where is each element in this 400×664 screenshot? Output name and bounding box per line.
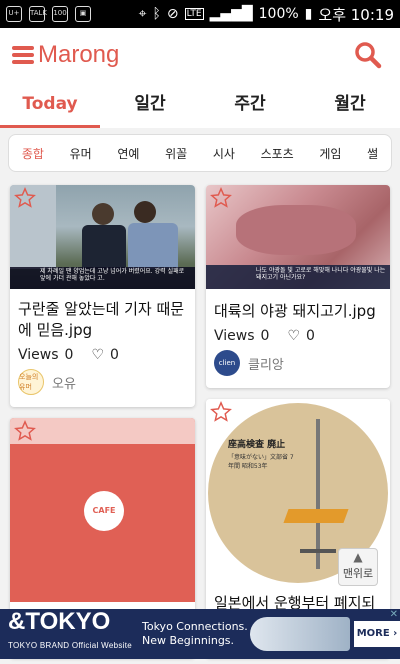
post-stats: Views 0 ♡ 0 <box>206 328 390 344</box>
likes-count: 0 <box>306 328 315 344</box>
heart-icon: ♡ <box>91 347 105 363</box>
category-news[interactable]: 시사 <box>213 145 235 162</box>
category-all[interactable]: 종합 <box>22 145 44 162</box>
views-label: Views <box>214 328 255 344</box>
tab-today[interactable]: Today <box>0 82 100 128</box>
favorite-star-icon[interactable] <box>14 187 36 209</box>
status-bar: U+ TALK 100 ▣ ⌖ ᛒ ⊘ LTE ▂▄▆█ 100% ▮ 오후 1… <box>0 0 400 28</box>
ad-more-button[interactable]: MORE › <box>354 621 400 647</box>
app-100-icon: 100 <box>52 6 68 22</box>
clock: 오후 10:19 <box>318 5 394 24</box>
views-label: Views <box>18 347 59 363</box>
train-image <box>250 617 350 651</box>
location-icon: ⌖ <box>138 6 147 22</box>
author-name: 클리앙 <box>248 357 284 373</box>
likes-count: 0 <box>110 347 119 363</box>
bluetooth-icon: ᛒ <box>152 6 161 22</box>
post-stats: Views 0 ♡ 0 <box>10 347 195 363</box>
tab-weekly[interactable]: 주간 <box>200 82 300 128</box>
app-bar: Marong <box>0 28 400 82</box>
source-avatar: 오늘의 유머 <box>18 369 44 395</box>
news-caption: 나도 야광돌 빛 고로로 해맞해 나니다 야광물빛 나는 돼지고기 아닌가요? <box>206 265 390 289</box>
ad-copy: Tokyo Connections. New Beginnings. <box>142 620 248 647</box>
mute-icon: ⊘ <box>166 6 179 22</box>
category-entertainment[interactable]: 연예 <box>117 145 139 162</box>
scroll-to-top-button[interactable]: ▲ 맨위로 <box>338 548 378 586</box>
search-icon[interactable] <box>354 41 382 69</box>
category-games[interactable]: 게임 <box>319 145 341 162</box>
category-humor[interactable]: 유머 <box>70 145 92 162</box>
favorite-star-icon[interactable] <box>210 187 232 209</box>
thumb-subtext: 「意味がない」文部省 7年間 昭和53年 <box>228 454 294 470</box>
post-title: 대륙의 야광 돼지고기.jpg <box>214 302 376 320</box>
tab-daily[interactable]: 일간 <box>100 82 200 128</box>
hamburger-menu-icon[interactable] <box>12 46 34 64</box>
signal-icon: ▂▄▆█ <box>209 6 253 22</box>
ad-banner[interactable]: &TOKYO TOKYO BRAND Official Website Toky… <box>0 609 400 659</box>
ad-brand: &TOKYO TOKYO BRAND Official Website <box>8 609 132 651</box>
post-card[interactable]: 나도 야광돌 빛 고로로 해맞해 나니다 야광물빛 나는 돼지고기 아닌가요? … <box>206 185 390 388</box>
app-logo: Marong <box>38 41 120 68</box>
favorite-star-icon[interactable] <box>14 420 36 442</box>
post-thumbnail: 제 차례일 땐 양업는데 고냥 넘어가 버렸어요. 강력 실패로 앞에 가더 관… <box>10 185 195 289</box>
thumb-headline: 座高検査 廃止 <box>228 440 286 450</box>
period-tabs: Today 일간 주간 월간 <box>0 82 400 128</box>
lte-label: LTE <box>184 8 204 20</box>
arrow-up-icon: ▲ <box>353 550 363 564</box>
author-name: 오유 <box>52 376 76 392</box>
kakaotalk-icon: TALK <box>29 6 47 22</box>
post-title: 구란줄 알았는데 기자 때문에 믿음.jpg <box>18 300 185 339</box>
post-author: 오늘의 유머 오유 <box>10 369 195 395</box>
views-count: 0 <box>260 328 270 344</box>
post-thumbnail: CAFE <box>10 418 195 602</box>
category-sports[interactable]: 스포츠 <box>261 145 294 162</box>
tab-monthly[interactable]: 월간 <box>300 82 400 128</box>
battery-percent: 100% <box>258 6 299 22</box>
battery-icon: ▮ <box>304 6 313 22</box>
post-thumbnail: 나도 야광돌 빛 고로로 해맞해 나니다 야광물빛 나는 돼지고기 아닌가요? <box>206 185 390 289</box>
source-avatar: clien <box>214 350 240 376</box>
ad-logo: &TOKYO <box>8 609 111 635</box>
post-card[interactable]: 제 차례일 땐 양업는데 고냥 넘어가 버렸어요. 강력 실패로 앞에 가더 관… <box>10 185 195 407</box>
category-bar: 종합 유머 연예 위꼴 시사 스포츠 게임 썰 <box>8 134 392 172</box>
bag-icon: ▣ <box>75 6 91 22</box>
post-author: clien 클리앙 <box>206 350 390 376</box>
ad-close-icon[interactable]: ✕ <box>390 609 398 620</box>
news-caption: 제 차례일 땐 양업는데 고냥 넘어가 버렸어요. 강력 실패로 앞에 가더 관… <box>10 267 195 289</box>
heart-icon: ♡ <box>287 328 301 344</box>
uplus-icon: U+ <box>6 6 22 22</box>
views-count: 0 <box>64 347 74 363</box>
category-food[interactable]: 위꼴 <box>165 145 187 162</box>
cafe-logo: CAFE <box>84 491 124 531</box>
category-stories[interactable]: 썰 <box>367 145 378 162</box>
favorite-star-icon[interactable] <box>210 401 232 423</box>
